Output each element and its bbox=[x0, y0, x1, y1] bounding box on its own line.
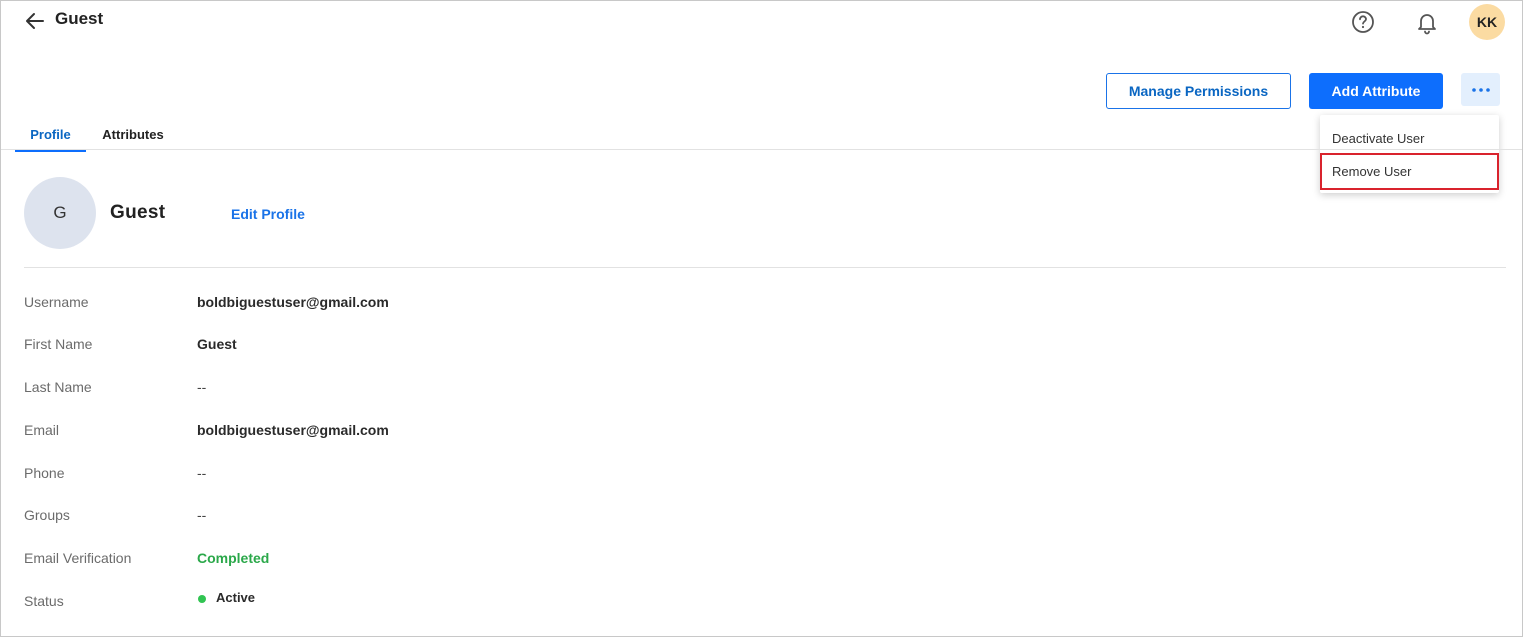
email-label: Email bbox=[24, 422, 60, 438]
user-avatar[interactable]: KK bbox=[1469, 4, 1505, 40]
email-verification-label: Email Verification bbox=[24, 550, 132, 566]
groups-value: -- bbox=[197, 507, 207, 523]
page-title: Guest bbox=[55, 9, 104, 28]
manage-permissions-button[interactable]: Manage Permissions bbox=[1106, 73, 1291, 109]
back-arrow-icon[interactable] bbox=[23, 9, 47, 33]
email-verification-value: Completed bbox=[197, 550, 270, 566]
bell-icon[interactable] bbox=[1413, 8, 1441, 36]
phone-label: Phone bbox=[24, 465, 65, 481]
tabs-divider bbox=[1, 149, 1522, 150]
email-value: boldbiguestuser@gmail.com bbox=[197, 422, 389, 438]
profile-name: Guest bbox=[110, 202, 166, 223]
tab-profile[interactable]: Profile bbox=[15, 119, 86, 152]
last-name-label: Last Name bbox=[24, 379, 92, 395]
status-value: Active bbox=[216, 590, 256, 605]
groups-label: Groups bbox=[24, 507, 70, 523]
last-name-value: -- bbox=[197, 379, 207, 395]
more-options-button[interactable] bbox=[1461, 73, 1500, 106]
profile-divider bbox=[24, 267, 1506, 268]
first-name-value: Guest bbox=[197, 336, 237, 352]
edit-profile-link[interactable]: Edit Profile bbox=[231, 206, 305, 222]
remove-user-menu-item[interactable]: Remove User bbox=[1320, 153, 1499, 190]
add-attribute-button[interactable]: Add Attribute bbox=[1309, 73, 1443, 109]
username-label: Username bbox=[24, 294, 89, 310]
status-label: Status bbox=[24, 593, 64, 609]
first-name-label: First Name bbox=[24, 336, 93, 352]
phone-value: -- bbox=[197, 465, 207, 481]
user-profile-page: Guest KK Manage Permissions Add Attribut… bbox=[0, 0, 1523, 637]
tab-attributes[interactable]: Attributes bbox=[96, 119, 170, 149]
more-horizontal-icon bbox=[1471, 87, 1490, 92]
username-value: boldbiguestuser@gmail.com bbox=[197, 294, 389, 310]
profile-avatar: G bbox=[24, 177, 96, 249]
more-options-menu: Deactivate User Remove User bbox=[1320, 115, 1499, 193]
status-indicator-dot bbox=[198, 595, 206, 603]
help-icon[interactable] bbox=[1350, 9, 1376, 35]
